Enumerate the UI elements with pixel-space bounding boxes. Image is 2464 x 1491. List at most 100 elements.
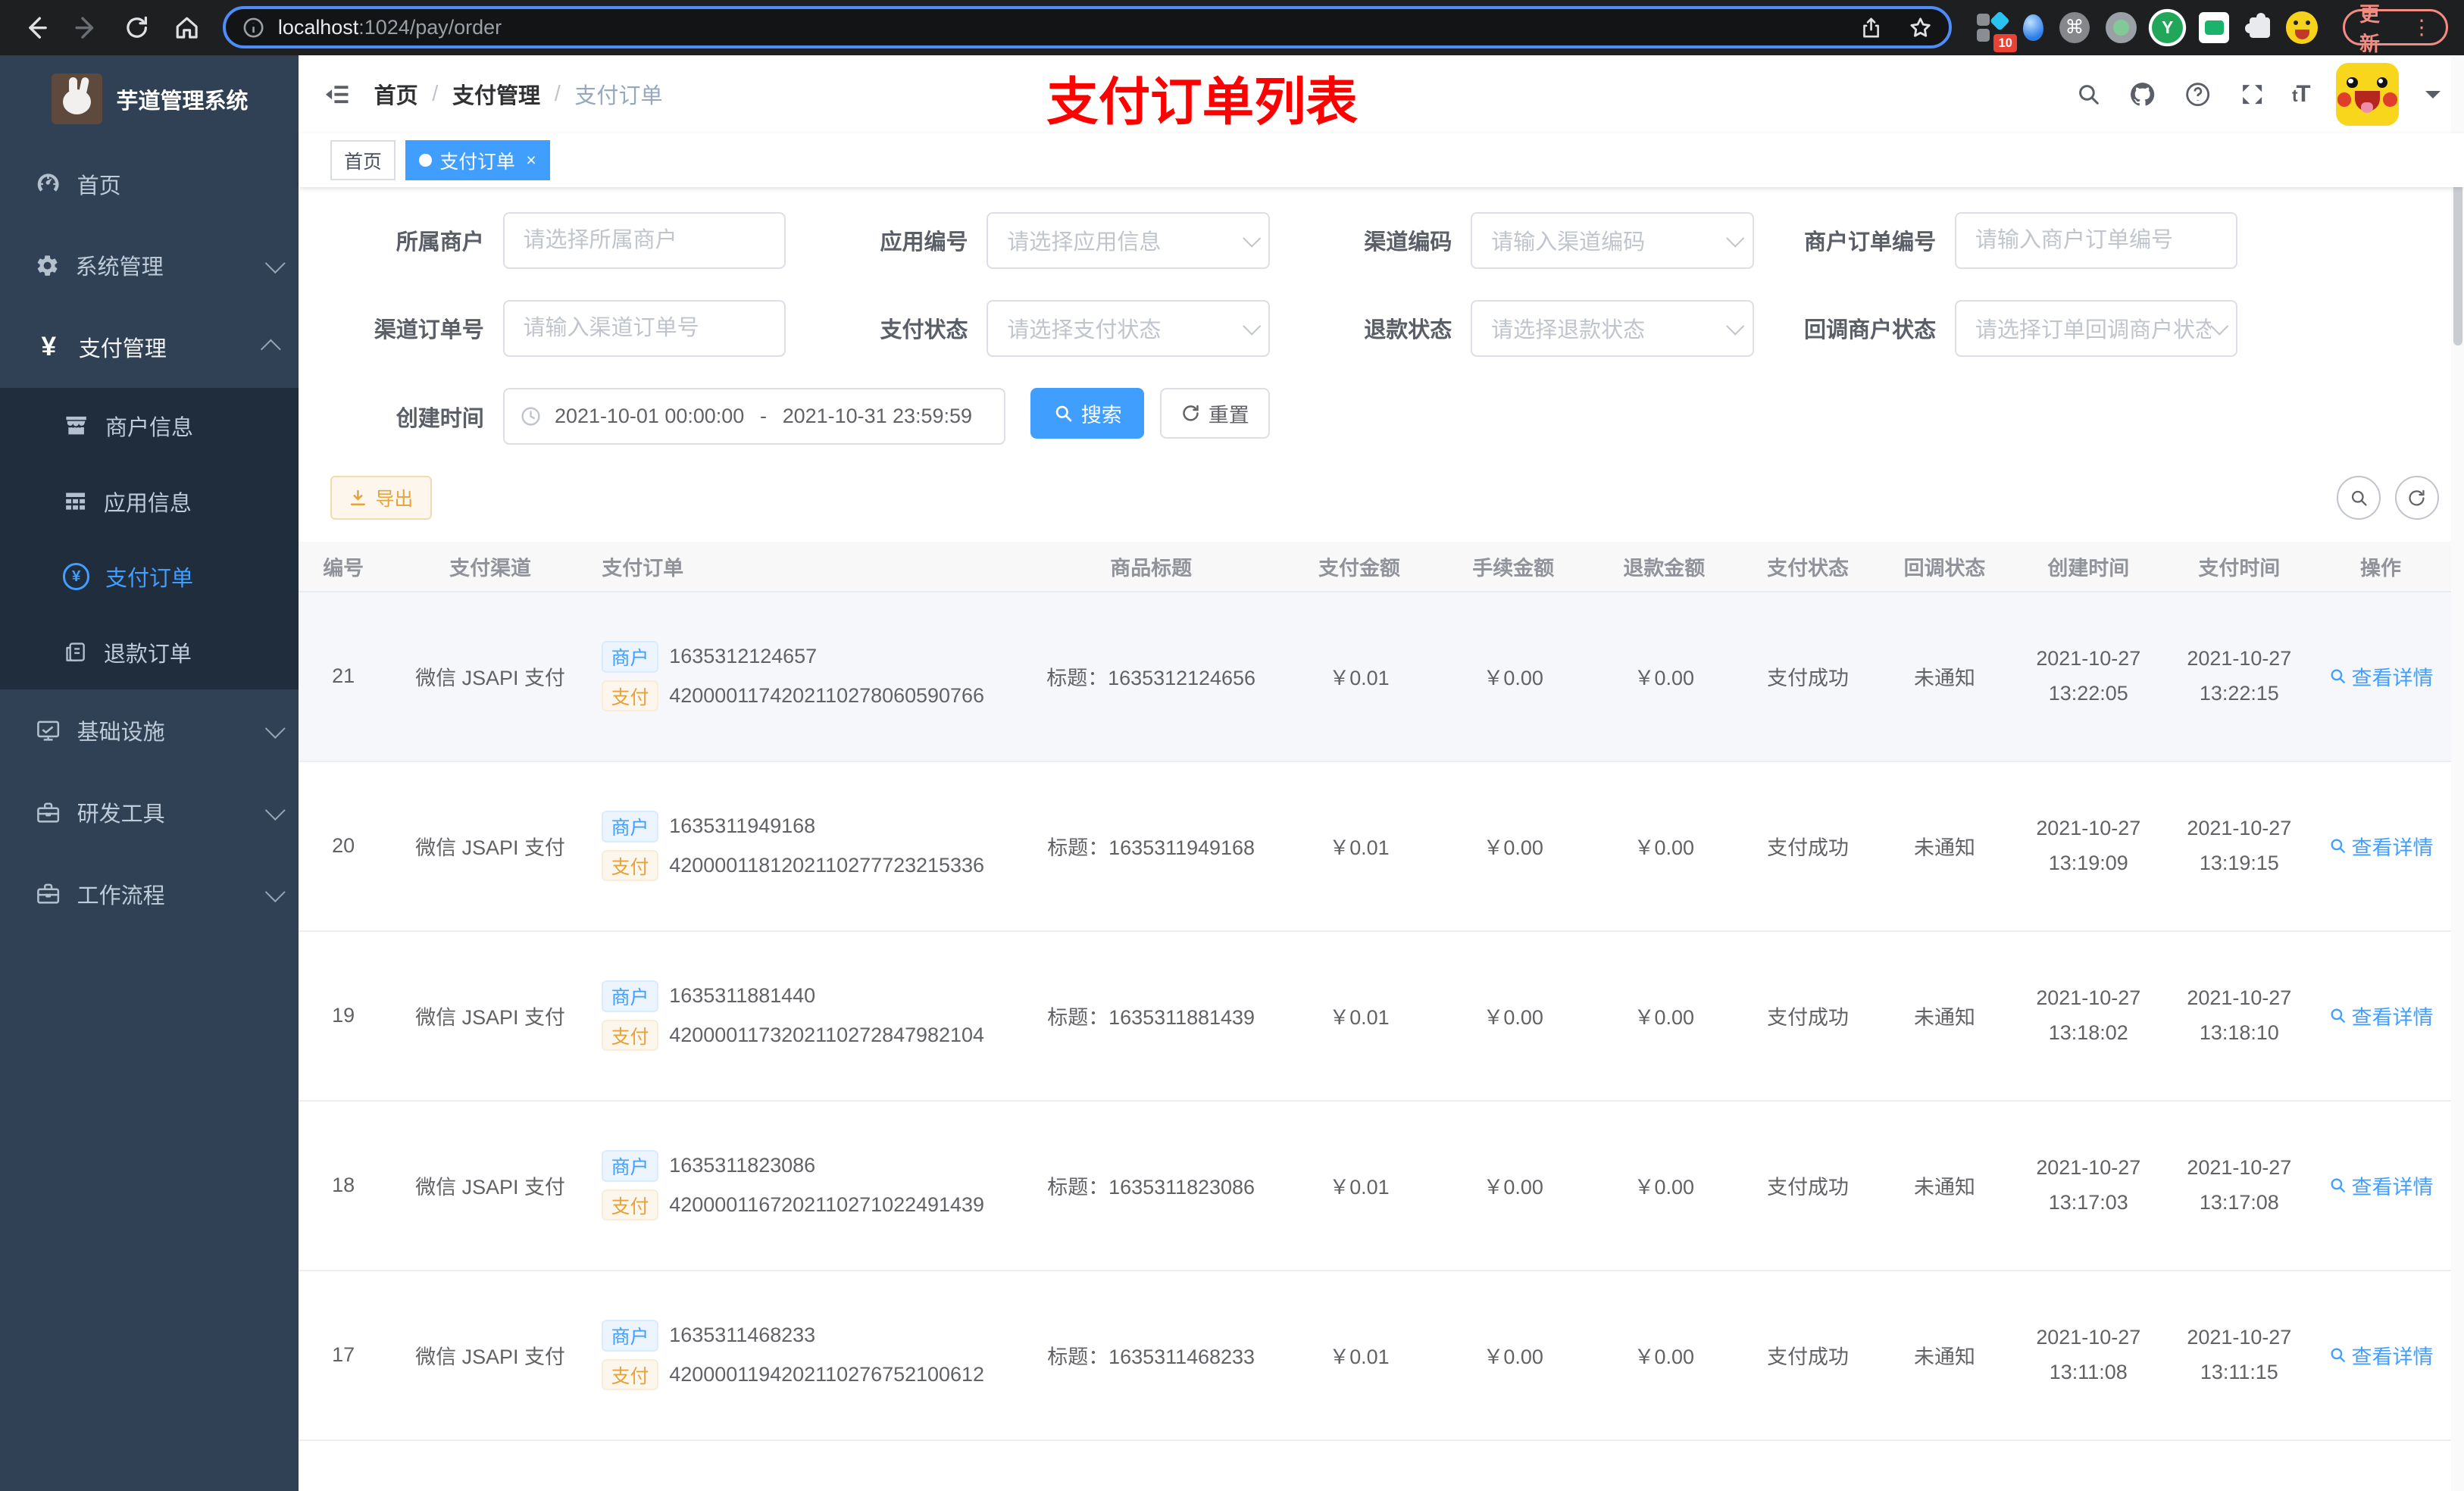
chevron-down-icon bbox=[1726, 229, 1745, 248]
view-detail-link[interactable]: 查看详情 bbox=[2328, 831, 2433, 861]
extensions-puzzle-icon[interactable] bbox=[2245, 12, 2270, 38]
cell-order: 商户 1635312124657 支付 4200001174202110278060… bbox=[593, 633, 1021, 720]
export-button[interactable]: 导出 bbox=[330, 476, 433, 520]
breadcrumb-home[interactable]: 首页 bbox=[374, 78, 418, 110]
orders-table: 编号 支付渠道 支付订单 商品标题 支付金额 手续金额 退款金额 支付状态 回调… bbox=[299, 542, 2464, 1491]
command-extension-icon[interactable]: ⌘ bbox=[2059, 11, 2090, 44]
url-bar[interactable]: localhost:1024/pay/order bbox=[223, 6, 1952, 49]
tab-pay-order[interactable]: 支付订单 × bbox=[405, 139, 551, 181]
avatar[interactable] bbox=[2335, 62, 2399, 126]
refresh-icon bbox=[1182, 405, 1199, 421]
emoji-extension-icon[interactable] bbox=[2285, 11, 2319, 45]
table-header-row: 编号 支付渠道 支付订单 商品标题 支付金额 手续金额 退款金额 支付状态 回调… bbox=[299, 542, 2464, 592]
collapse-sidebar-icon[interactable] bbox=[322, 80, 352, 109]
col-status: 支付状态 bbox=[1767, 557, 1849, 580]
github-icon[interactable] bbox=[2128, 80, 2156, 108]
chrome-menu-icon[interactable]: ⋮ bbox=[2412, 16, 2432, 39]
chat-extension-icon[interactable] bbox=[2198, 11, 2230, 44]
show-search-toggle-button[interactable] bbox=[2337, 476, 2381, 520]
help-icon[interactable] bbox=[2184, 80, 2212, 108]
refund-status-select[interactable]: 请选择退款状态 bbox=[1471, 300, 1754, 357]
filter-row-1: 所属商户 应用编号 请选择应用信息 渠道编码 请输入渠道编码 bbox=[330, 211, 2439, 269]
chevron-down-icon bbox=[264, 881, 285, 902]
cell-action: 查看详情 bbox=[2315, 1001, 2447, 1030]
view-detail-link[interactable]: 查看详情 bbox=[2328, 661, 2433, 691]
navbar-actions: tT bbox=[2075, 62, 2441, 126]
col-channel: 支付渠道 bbox=[449, 557, 531, 580]
cell-amount: ￥0.01 bbox=[1329, 1176, 1390, 1199]
gear-icon bbox=[37, 255, 58, 276]
sidebar-item-system[interactable]: 系统管理 bbox=[0, 225, 299, 307]
reload-icon[interactable] bbox=[116, 7, 157, 48]
tab-home[interactable]: 首页 bbox=[330, 139, 396, 181]
cell-action: 查看详情 bbox=[2315, 661, 2447, 691]
reset-button[interactable]: 重置 bbox=[1159, 388, 1270, 439]
top-navbar: 首页 / 支付管理 / 支付订单 支付订单列表 tT bbox=[299, 55, 2464, 134]
recorder-extension-icon[interactable] bbox=[2105, 11, 2137, 44]
chevron-down-icon bbox=[264, 718, 285, 739]
filter-app: 应用编号 请选择应用信息 bbox=[814, 211, 1270, 269]
refresh-table-button[interactable] bbox=[2394, 476, 2439, 520]
close-tab-icon[interactable]: × bbox=[526, 150, 536, 170]
font-size-icon[interactable]: tT bbox=[2292, 80, 2310, 108]
channel-order-no-input[interactable] bbox=[502, 300, 786, 357]
breadcrumb-payment[interactable]: 支付管理 bbox=[452, 78, 540, 110]
export-button-label: 导出 bbox=[375, 489, 414, 511]
search-button[interactable]: 搜索 bbox=[1030, 388, 1144, 439]
y-extension-icon[interactable]: Y bbox=[2152, 11, 2183, 44]
merchant-input[interactable] bbox=[502, 211, 786, 269]
notify-status-select[interactable]: 请选择订单回调商户状态 bbox=[1954, 300, 2238, 357]
tampermonkey-extension-icon[interactable]: 10 bbox=[1977, 10, 2018, 53]
back-icon[interactable] bbox=[16, 7, 57, 48]
sidebar-item-merchant-info[interactable]: 商户信息 bbox=[0, 388, 299, 464]
download-icon bbox=[351, 489, 366, 505]
app-logo[interactable]: 芋道管理系统 bbox=[0, 55, 299, 143]
home-icon[interactable] bbox=[167, 7, 208, 48]
view-detail-link[interactable]: 查看详情 bbox=[2328, 1340, 2433, 1370]
sidebar-item-payment[interactable]: ¥ 支付管理 bbox=[0, 306, 299, 388]
balloon-extension-icon[interactable] bbox=[2023, 14, 2043, 41]
pay-tag: 支付 bbox=[602, 1358, 658, 1391]
sidebar-item-pay-order[interactable]: ¥ 支付订单 bbox=[0, 539, 299, 614]
chrome-update-button[interactable]: 更新 ⋮ bbox=[2343, 3, 2449, 55]
fullscreen-icon[interactable] bbox=[2239, 81, 2265, 108]
sidebar-item-workflow[interactable]: 工作流程 bbox=[0, 853, 299, 935]
cell-status: 支付成功 bbox=[1767, 836, 1849, 860]
pay-status-select[interactable]: 请选择支付状态 bbox=[987, 300, 1270, 357]
document-icon bbox=[66, 642, 85, 661]
table-row[interactable]: 20 微信 JSAPI 支付 商户 1635311949168 支付 4200001… bbox=[299, 762, 2464, 932]
sidebar-label: 系统管理 bbox=[75, 255, 164, 280]
extension-badge: 10 bbox=[1993, 34, 2018, 53]
cell-paid: 2021-10-27 13:18:10 bbox=[2187, 986, 2292, 1044]
table-row[interactable]: 17 微信 JSAPI 支付 商户 1635311468233 支付 4200001… bbox=[299, 1271, 2464, 1441]
chevron-down-icon bbox=[1243, 317, 1261, 336]
forward-icon[interactable] bbox=[66, 7, 107, 48]
sidebar-item-dev-tools[interactable]: 研发工具 bbox=[0, 771, 299, 853]
share-icon[interactable] bbox=[1859, 16, 1883, 39]
table-row[interactable]: 商户1635311254796 bbox=[299, 1441, 2464, 1491]
filter-label: 回调商户状态 bbox=[1804, 318, 1937, 343]
vertical-scrollbar[interactable] bbox=[2451, 55, 2464, 1491]
breadcrumb: 首页 / 支付管理 / 支付订单 bbox=[374, 78, 663, 110]
sidebar-item-refund-order[interactable]: 退款订单 bbox=[0, 614, 299, 690]
table-row[interactable]: 18 微信 JSAPI 支付 商户 1635311823086 支付 4200001… bbox=[299, 1102, 2464, 1271]
sidebar-item-app-info[interactable]: 应用信息 bbox=[0, 464, 299, 539]
table-row[interactable]: 19 微信 JSAPI 支付 商户 1635311881440 支付 4200001… bbox=[299, 932, 2464, 1102]
sidebar-label: 工作流程 bbox=[77, 884, 165, 909]
create-time-range-input[interactable]: 2021-10-01 00:00:00 - 2021-10-31 23:59:5… bbox=[502, 388, 1006, 445]
table-row[interactable]: 21 微信 JSAPI 支付 商户 1635312124657 支付 4200001… bbox=[299, 592, 2464, 762]
app-select[interactable]: 请选择应用信息 bbox=[987, 211, 1270, 269]
bookmark-star-icon[interactable] bbox=[1908, 15, 1933, 40]
merchant-order-no-input[interactable] bbox=[1954, 211, 2238, 269]
tab-label: 首页 bbox=[344, 151, 382, 173]
view-detail-link[interactable]: 查看详情 bbox=[2328, 1171, 2433, 1200]
sidebar-item-infrastructure[interactable]: 基础设施 bbox=[0, 689, 299, 771]
view-detail-link[interactable]: 查看详情 bbox=[2328, 1001, 2433, 1030]
channel-code-select[interactable]: 请输入渠道编码 bbox=[1471, 211, 1754, 269]
cell-refund: ￥0.00 bbox=[1634, 836, 1694, 860]
avatar-caret-icon[interactable] bbox=[2425, 90, 2441, 106]
sidebar-item-home[interactable]: 首页 bbox=[0, 143, 299, 225]
select-placeholder: 请选择应用信息 bbox=[1007, 230, 1162, 255]
search-icon[interactable] bbox=[2075, 81, 2102, 108]
site-info-icon[interactable] bbox=[242, 16, 265, 39]
